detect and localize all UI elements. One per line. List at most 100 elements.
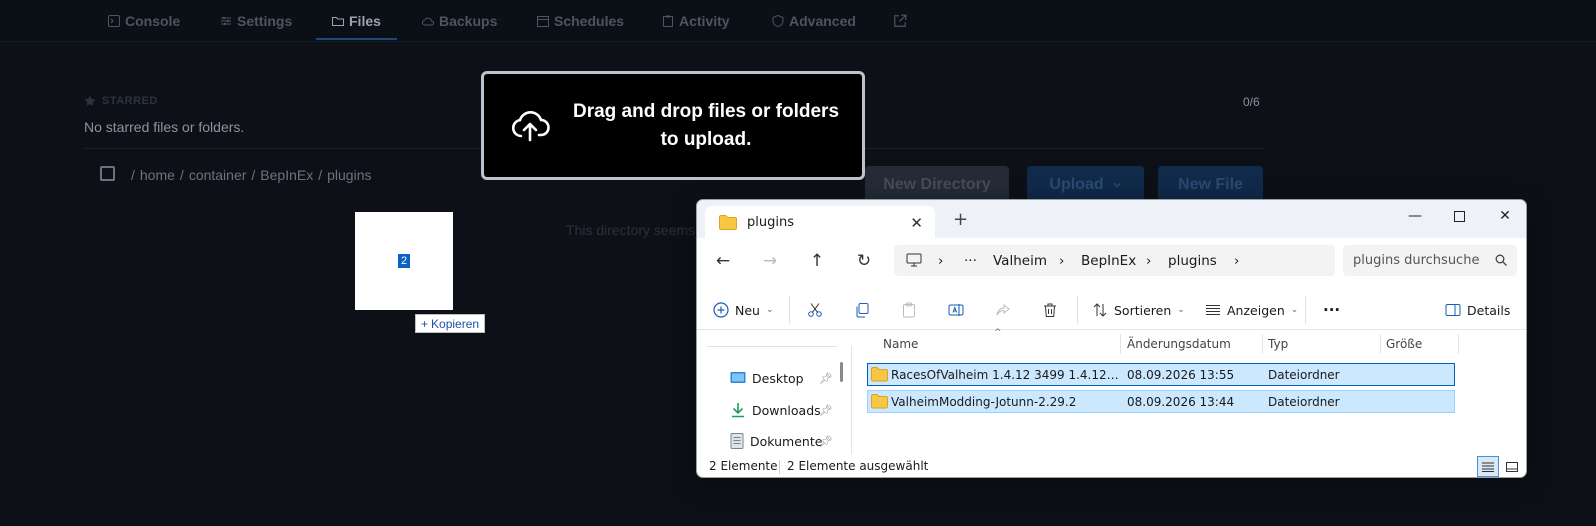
close-tab-icon[interactable]: ✕ bbox=[910, 214, 923, 232]
clipboard-icon bbox=[663, 15, 673, 27]
chevron-right-icon: › bbox=[1146, 252, 1152, 269]
breadcrumb-bepinex[interactable]: BepInEx bbox=[260, 167, 313, 183]
more-label: ··· bbox=[1323, 301, 1341, 319]
rename-button[interactable] bbox=[948, 300, 964, 320]
share-icon bbox=[996, 303, 1010, 316]
tab-files-label: Files bbox=[349, 13, 381, 29]
column-header-size[interactable]: Größe bbox=[1386, 337, 1422, 351]
nav-item-downloads[interactable]: Downloads bbox=[730, 400, 821, 420]
nav-item-documents[interactable]: Dokumente bbox=[730, 431, 822, 451]
address-segment-plugins[interactable]: plugins bbox=[1168, 253, 1217, 269]
maximize-button[interactable] bbox=[1437, 204, 1481, 228]
up-button[interactable]: ↑ bbox=[809, 253, 825, 270]
address-segment-bepinex[interactable]: BepInEx bbox=[1081, 253, 1136, 269]
terminal-icon bbox=[108, 15, 120, 27]
sort-icon bbox=[1093, 303, 1107, 317]
plus-circle-icon bbox=[713, 302, 729, 318]
nav-item-documents-label: Dokumente bbox=[750, 433, 823, 449]
sort-caret-icon: ^ bbox=[994, 328, 1002, 338]
drop-overlay[interactable]: Drag and drop files or folders to upload… bbox=[481, 71, 865, 180]
tab-activity[interactable]: Activity bbox=[662, 0, 730, 42]
column-separator[interactable] bbox=[1458, 334, 1459, 354]
chevron-right-icon: › bbox=[1059, 252, 1065, 269]
tab-advanced[interactable]: Advanced bbox=[772, 0, 856, 42]
details-pane-icon bbox=[1445, 304, 1461, 316]
drag-copy-tooltip: + Kopieren bbox=[415, 314, 486, 333]
tab-files[interactable]: Files bbox=[316, 0, 397, 42]
tiles-view-button[interactable] bbox=[1501, 456, 1523, 477]
back-button[interactable]: ← bbox=[715, 253, 731, 270]
tab-console[interactable]: Console bbox=[108, 0, 180, 42]
share-button[interactable] bbox=[995, 300, 1011, 320]
column-header-date[interactable]: Änderungsdatum bbox=[1127, 337, 1231, 351]
tab-settings[interactable]: Settings bbox=[220, 0, 292, 42]
refresh-button[interactable]: ↻ bbox=[856, 253, 872, 270]
new-button[interactable]: Neu ⌄ bbox=[713, 300, 774, 320]
explorer-tab-title: plugins bbox=[747, 215, 794, 230]
delete-button[interactable] bbox=[1042, 300, 1058, 320]
file-explorer-window[interactable]: plugins ✕ + — ✕ ← → ↑ ↻ › ··· Valheim › … bbox=[696, 199, 1527, 478]
view-label: Anzeigen bbox=[1227, 302, 1285, 318]
details-label: Details bbox=[1467, 302, 1511, 318]
breadcrumb-plugins: plugins bbox=[327, 167, 372, 183]
details-button[interactable]: Details bbox=[1445, 300, 1510, 320]
column-separator[interactable] bbox=[1262, 334, 1263, 354]
column-header-type[interactable]: Typ bbox=[1268, 337, 1288, 351]
file-row[interactable]: RacesOfValheim 1.4.12 3499 1.4.12 2026-0… bbox=[867, 363, 1455, 386]
plus-icon: + bbox=[421, 316, 429, 331]
more-options-button[interactable]: ··· bbox=[1323, 300, 1340, 320]
command-bar: Neu ⌄ Sortieren ⌄ Anzeigen ⌄ ··· Details bbox=[697, 290, 1526, 330]
item-count: 2 Elemente bbox=[709, 459, 778, 473]
tab-backups[interactable]: Backups bbox=[422, 0, 497, 42]
nav-scrollbar[interactable] bbox=[851, 346, 852, 454]
breadcrumb-separator: / bbox=[251, 167, 256, 183]
details-view-button[interactable] bbox=[1477, 456, 1499, 477]
toolbar-separator bbox=[1077, 296, 1078, 324]
tab-backups-label: Backups bbox=[439, 13, 498, 29]
sort-button[interactable]: Sortieren ⌄ bbox=[1092, 300, 1185, 320]
explorer-tab[interactable]: plugins ✕ bbox=[705, 206, 935, 239]
column-separator[interactable] bbox=[1120, 334, 1121, 354]
file-date: 08.09.2026 13:44 bbox=[1127, 394, 1235, 409]
breadcrumb-home[interactable]: home bbox=[140, 167, 175, 183]
nav-item-downloads-label: Downloads bbox=[752, 402, 821, 418]
selected-count: 2 Elemente ausgewählt bbox=[787, 459, 929, 473]
address-segment-valheim[interactable]: Valheim bbox=[993, 253, 1047, 269]
paste-button[interactable] bbox=[901, 300, 917, 320]
view-button[interactable]: Anzeigen ⌄ bbox=[1205, 300, 1298, 320]
starred-heading-label: STARRED bbox=[102, 95, 158, 107]
tiles-view-icon bbox=[1506, 461, 1518, 472]
nav-item-desktop[interactable]: Desktop bbox=[730, 368, 804, 388]
minimize-button[interactable]: — bbox=[1393, 204, 1437, 228]
column-header-name[interactable]: Name bbox=[883, 337, 918, 351]
pin-icon: 📌︎ bbox=[819, 404, 833, 417]
trash-icon bbox=[1044, 303, 1056, 317]
column-separator[interactable] bbox=[1380, 334, 1381, 354]
close-window-button[interactable]: ✕ bbox=[1483, 204, 1526, 228]
cut-button[interactable] bbox=[807, 300, 823, 320]
pin-icon: 📌︎ bbox=[819, 372, 833, 385]
file-row[interactable]: ValheimModding-Jotunn-2.29.2 08.09.2026 … bbox=[867, 390, 1455, 413]
toolbar-separator bbox=[789, 296, 790, 324]
sort-label: Sortieren bbox=[1114, 302, 1172, 318]
search-input[interactable]: plugins durchsuche bbox=[1343, 245, 1517, 276]
drop-overlay-text: Drag and drop files or folders to upload… bbox=[572, 101, 840, 150]
address-overflow[interactable]: ··· bbox=[964, 253, 977, 269]
chevron-right-icon: › bbox=[938, 252, 944, 269]
nav-scrollbar-thumb[interactable] bbox=[840, 362, 843, 382]
external-link-button[interactable] bbox=[893, 0, 907, 42]
chevron-right-icon: › bbox=[1234, 252, 1240, 269]
forward-button[interactable]: → bbox=[762, 253, 778, 270]
address-bar[interactable]: › ··· Valheim › BepInEx › plugins › bbox=[894, 245, 1335, 276]
file-type: Dateiordner bbox=[1268, 394, 1340, 409]
status-bar: 2 Elemente 2 Elemente ausgewählt bbox=[697, 456, 1526, 477]
file-name: RacesOfValheim 1.4.12 3499 1.4.12 2026-0… bbox=[891, 367, 1119, 382]
breadcrumb-container[interactable]: container bbox=[189, 167, 247, 183]
new-tab-button[interactable]: + bbox=[953, 209, 968, 230]
tab-schedules[interactable]: Schedules bbox=[537, 0, 624, 42]
tab-advanced-label: Advanced bbox=[789, 13, 856, 29]
top-navigation: Console Settings Files Backups Schedules… bbox=[0, 0, 1596, 42]
copy-button[interactable] bbox=[854, 300, 870, 320]
search-icon bbox=[1495, 254, 1507, 266]
select-all-checkbox[interactable] bbox=[100, 166, 115, 181]
